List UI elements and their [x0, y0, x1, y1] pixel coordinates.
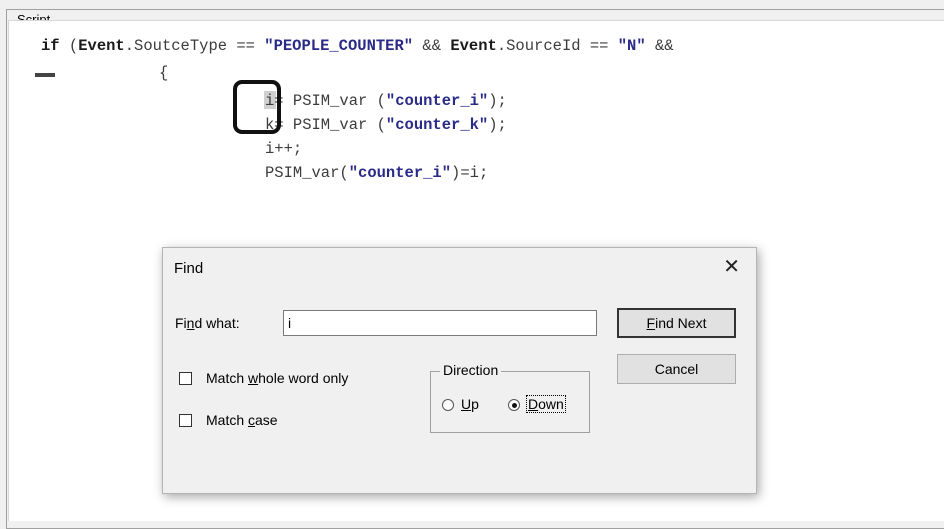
find-what-label: Find what:	[175, 315, 240, 331]
match-whole-word-checkbox[interactable]	[179, 372, 192, 385]
close-icon[interactable]: ✕	[723, 256, 740, 278]
collapse-marker-icon[interactable]	[35, 73, 55, 77]
dialog-title: Find	[174, 260, 204, 277]
code-line-6: PSIM_var("counter_i")=i;	[265, 164, 489, 182]
match-case-label: Match case	[206, 412, 278, 428]
direction-down-label: Down	[526, 395, 566, 413]
code-line-3: i= PSIM_var ("counter_i");	[265, 92, 507, 110]
direction-up-radio[interactable]	[442, 399, 454, 411]
match-case-checkbox[interactable]	[179, 414, 192, 427]
match-whole-word-label: Match whole word only	[206, 370, 349, 386]
direction-label: Direction	[440, 362, 502, 378]
find-what-input[interactable]	[283, 310, 597, 336]
find-next-button[interactable]: Find Next	[617, 308, 736, 338]
direction-down-radio[interactable]	[508, 399, 520, 411]
direction-up-label: Up	[461, 396, 479, 412]
code-line-1: if (Event.SoutceType == "PEOPLE_COUNTER"…	[41, 37, 674, 55]
annotation-highlight-box	[233, 80, 281, 134]
direction-group: Direction Up Down	[430, 362, 590, 433]
cancel-button[interactable]: Cancel	[617, 354, 736, 384]
code-line-2: {	[159, 64, 169, 82]
code-line-5: i++;	[265, 140, 303, 158]
find-dialog: Find ✕ Find what: Find Next Cancel Match…	[162, 247, 757, 494]
code-line-4: k= PSIM_var ("counter_k");	[265, 116, 507, 134]
